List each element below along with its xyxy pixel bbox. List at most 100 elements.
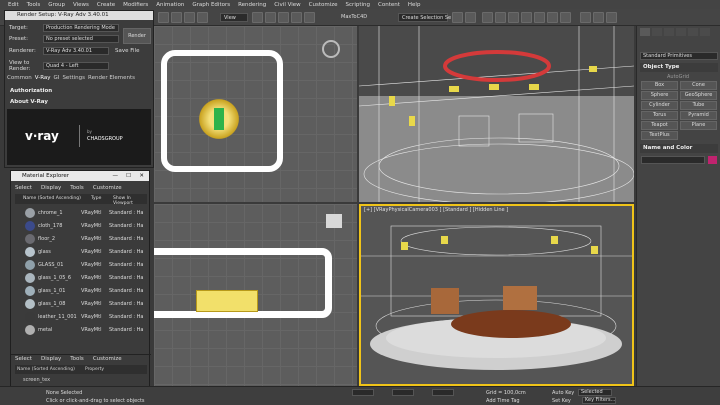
cylinder-button[interactable]: Cylinder (641, 101, 678, 110)
torus-button[interactable]: Torus (641, 111, 678, 120)
column-type[interactable]: Type (91, 196, 101, 201)
column-name[interactable]: Name (Sorted Ascending) (23, 196, 81, 201)
menu-customize[interactable]: Customize (93, 356, 131, 362)
tab-common[interactable]: Common (7, 75, 32, 84)
mirror-icon[interactable] (452, 12, 463, 23)
authorization-rollout[interactable]: Authorization (7, 87, 151, 96)
z-coordinate-field[interactable] (432, 389, 454, 396)
material-viewport-mode[interactable]: Standard : Ha (109, 288, 143, 294)
table-row[interactable]: GLASS_01 VRayMtl Standard : Ha (15, 259, 147, 271)
angle-snap-icon[interactable] (278, 12, 289, 23)
tab-vray[interactable]: V-Ray (35, 75, 51, 84)
menu-create[interactable]: Create (93, 2, 119, 8)
menu-select[interactable]: Select (15, 185, 41, 191)
menu-tools[interactable]: Tools (23, 2, 45, 8)
menu-group[interactable]: Group (44, 2, 69, 8)
material-viewport-mode[interactable]: Standard : Ha (109, 210, 143, 216)
table-row[interactable]: leather_11_001 VRayMtl Standard : Ha (15, 311, 147, 323)
primitives-dropdown[interactable]: Standard Primitives (640, 52, 718, 60)
render-frame-icon[interactable] (547, 12, 558, 23)
geosphere-button[interactable]: GeoSphere (680, 91, 717, 100)
table-row[interactable]: glass_1_01 VRayMtl Standard : Ha (15, 285, 147, 297)
motion-tab-icon[interactable] (676, 28, 686, 36)
menu-customize[interactable]: Customize (93, 185, 131, 191)
menu-graph-editors[interactable]: Graph Editors (188, 2, 234, 8)
render-icon[interactable] (560, 12, 571, 23)
minimize-icon[interactable]: — (113, 171, 119, 181)
maximize-icon[interactable]: ☐ (126, 171, 131, 181)
menu-modifiers[interactable]: Modifiers (119, 2, 152, 8)
snap-icon[interactable] (265, 12, 276, 23)
hierarchy-tab-icon[interactable] (664, 28, 674, 36)
name-and-color-rollout[interactable]: Name and Color (640, 144, 718, 153)
autogrid-checkbox[interactable]: AutoGrid (667, 74, 689, 80)
material-viewport-mode[interactable]: Standard : Ha (109, 249, 143, 255)
key-filters-button[interactable]: Key Filters... (582, 397, 616, 404)
menu-help[interactable]: Help (404, 2, 425, 8)
menu-edit[interactable]: Edit (4, 2, 23, 8)
tab-gi[interactable]: GI (54, 75, 60, 84)
tube-button[interactable]: Tube (680, 101, 717, 110)
table-row[interactable]: glass_1_08 VRayMtl Standard : Ha (15, 298, 147, 310)
add-time-tag[interactable]: Add Time Tag (486, 398, 520, 404)
textplus-button[interactable]: TextPlus (641, 131, 678, 140)
column-show-in-viewport[interactable]: Show In Viewport (113, 196, 147, 206)
set-key-button[interactable]: Set Key (552, 398, 571, 404)
menu-tools[interactable]: Tools (70, 356, 93, 362)
menu-animation[interactable]: Animation (152, 2, 188, 8)
material-explorer-titlebar[interactable]: Material Explorer ✕ ☐ — (11, 171, 149, 181)
object-color-swatch[interactable] (708, 156, 717, 164)
reference-coordinate-dropdown[interactable]: View (220, 13, 248, 22)
rotate-icon[interactable] (184, 12, 195, 23)
vray-icon[interactable] (580, 12, 591, 23)
viewport-label[interactable]: [+] [VRayPhysicalCamera003 ] [Standard ]… (364, 207, 508, 213)
table-row[interactable]: floor_2 VRayMtl Standard : Ha (15, 233, 147, 245)
table-row[interactable]: cloth_178 VRayMtl Standard : Ha (15, 220, 147, 232)
key-mode-dropdown[interactable]: Selected (578, 389, 612, 396)
menu-tools[interactable]: Tools (70, 185, 93, 191)
select-icon[interactable] (158, 12, 169, 23)
tab-settings[interactable]: Settings (62, 75, 85, 84)
material-viewport-mode[interactable]: Standard : Ha (109, 301, 143, 307)
viewport-top-left[interactable] (154, 26, 357, 202)
create-tab-icon[interactable] (640, 28, 650, 36)
viewcube-icon[interactable] (322, 40, 340, 58)
menu-views[interactable]: Views (69, 2, 93, 8)
list-item[interactable]: screen_tex (23, 377, 50, 383)
utilities-tab-icon[interactable] (700, 28, 710, 36)
renderer-dropdown[interactable]: V-Ray Adv 3.40.01 (43, 47, 109, 55)
menu-select[interactable]: Select (15, 356, 41, 362)
viewport-bottom-left[interactable] (154, 204, 357, 386)
column-property[interactable]: Property (85, 367, 104, 372)
layer-icon[interactable] (482, 12, 493, 23)
material-viewport-mode[interactable]: Standard : Ha (109, 236, 143, 242)
curve-editor-icon[interactable] (495, 12, 506, 23)
render-button[interactable]: Render (123, 28, 151, 44)
selection-set-dropdown[interactable]: Create Selection Se (398, 13, 451, 22)
table-row[interactable]: chrome_1 VRayMtl Standard : Ha (15, 207, 147, 219)
scale-icon[interactable] (197, 12, 208, 23)
target-dropdown[interactable]: Production Rendering Mode (43, 24, 119, 32)
menu-scripting[interactable]: Scripting (342, 2, 374, 8)
table-row[interactable]: glass VRayMtl Standard : Ha (15, 246, 147, 258)
tab-render-elements[interactable]: Render Elements (88, 75, 135, 84)
close-icon[interactable]: ✕ (139, 171, 144, 181)
display-tab-icon[interactable] (688, 28, 698, 36)
vray-frame-icon[interactable] (593, 12, 604, 23)
about-vray-rollout[interactable]: About V-Ray (7, 98, 151, 107)
preset-dropdown[interactable]: No preset selected (43, 35, 119, 43)
pivot-icon[interactable] (252, 12, 263, 23)
plane-button[interactable]: Plane (680, 121, 717, 130)
viewcube-icon[interactable] (326, 214, 342, 228)
menu-customize[interactable]: Customize (305, 2, 342, 8)
align-icon[interactable] (465, 12, 476, 23)
material-viewport-mode[interactable]: Standard : Ha (109, 314, 143, 320)
viewport-top-right[interactable] (359, 26, 634, 202)
percent-snap-icon[interactable] (291, 12, 302, 23)
sphere-button[interactable]: Sphere (641, 91, 678, 100)
spinner-snap-icon[interactable] (304, 12, 315, 23)
viewport-camera[interactable]: [+] [VRayPhysicalCamera003 ] [Standard ]… (359, 204, 634, 386)
menu-display[interactable]: Display (41, 185, 70, 191)
menu-civil-view[interactable]: Civil View (270, 2, 304, 8)
modify-tab-icon[interactable] (652, 28, 662, 36)
